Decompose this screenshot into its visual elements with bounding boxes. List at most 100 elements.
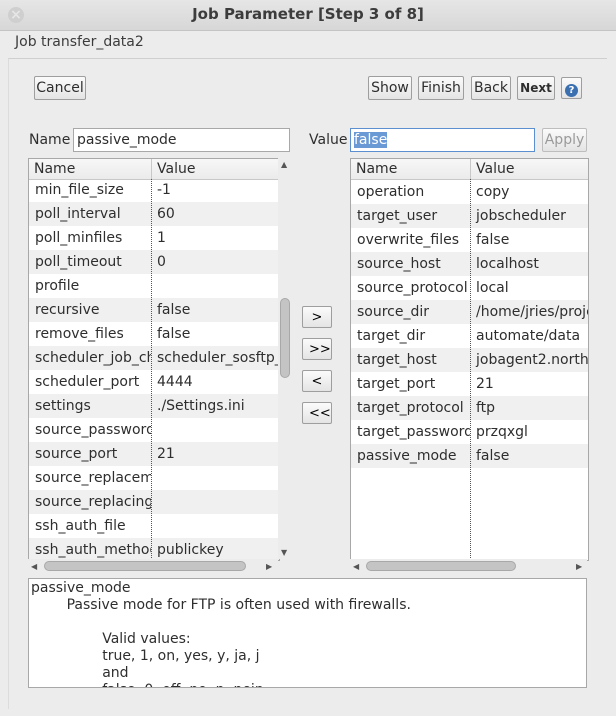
left-column-divider [151, 179, 152, 560]
scroll-up-icon[interactable]: ▲ [281, 160, 287, 169]
right-row-value: ftp [476, 400, 496, 416]
right-row-value: copy [476, 184, 510, 200]
left-parameter-table[interactable]: Name Value min_file_size -1 poll_interval 6… [28, 158, 280, 561]
right-table-hscroll[interactable]: ◀ ▶ [350, 559, 587, 573]
left-table-row[interactable]: scheduler_job_cha scheduler_sosftp_h [29, 346, 279, 370]
right-row-name: source_protocol [357, 280, 468, 296]
group-label: Job transfer_data2 [15, 34, 144, 50]
left-table-hscroll[interactable]: ◀ ▶ [28, 559, 278, 573]
right-row-name: target_user [357, 208, 438, 224]
left-hscroll-thumb[interactable] [44, 561, 246, 571]
remove-parameter-button[interactable]: < [302, 370, 332, 392]
right-row-name: target_dir [357, 328, 426, 344]
left-row-name: profile [35, 278, 80, 294]
left-table-row[interactable]: settings ./Settings.ini [29, 394, 279, 418]
add-parameter-button[interactable]: > [302, 306, 332, 328]
right-row-name: overwrite_files [357, 232, 460, 248]
apply-button[interactable]: Apply [542, 128, 587, 152]
left-table-row[interactable]: poll_minfiles 1 [29, 226, 279, 250]
left-row-name: settings [35, 398, 91, 414]
left-table-row[interactable]: poll_interval 60 [29, 202, 279, 226]
value-input[interactable]: false [350, 128, 535, 152]
right-row-name: target_protocol [357, 400, 464, 416]
right-row-value: automate/data [476, 328, 581, 344]
scroll-left-icon[interactable]: ◀ [31, 562, 37, 571]
left-row-value: scheduler_sosftp_h [157, 350, 279, 366]
left-table-row[interactable]: source_port 21 [29, 442, 279, 466]
value-input-text: false [354, 132, 388, 148]
left-table-row[interactable]: source_replacing [29, 490, 279, 514]
show-button[interactable]: Show [368, 76, 412, 100]
left-table-row[interactable]: profile [29, 274, 279, 298]
right-row-name: target_port [357, 376, 436, 392]
name-input[interactable]: passive_mode [73, 128, 290, 152]
left-row-name: ssh_auth_file [35, 518, 126, 534]
left-row-value: publickey [157, 542, 224, 558]
left-row-name: min_file_size [35, 182, 124, 198]
next-button[interactable]: Next [517, 76, 555, 100]
left-row-name: source_replaceme [35, 470, 151, 486]
left-row-name: ssh_auth_method [35, 542, 151, 558]
right-row-name: source_host [357, 256, 441, 272]
right-row-value: localhost [476, 256, 539, 272]
left-row-name: poll_interval [35, 206, 121, 222]
right-row-name: operation [357, 184, 425, 200]
right-row-name: target_host [357, 352, 437, 368]
left-table-row[interactable]: recursive false [29, 298, 279, 322]
right-row-value: false [476, 448, 510, 464]
left-row-value: 1 [157, 230, 166, 246]
value-label: Value [309, 132, 348, 148]
left-table-row[interactable]: min_file_size -1 [29, 178, 279, 202]
right-header-name[interactable]: Name [351, 159, 470, 179]
finish-button[interactable]: Finish [418, 76, 464, 100]
right-row-value: 21 [476, 376, 494, 392]
scroll-down-icon[interactable]: ▼ [281, 548, 287, 557]
left-vscroll-thumb[interactable] [280, 298, 290, 378]
left-row-value: false [157, 326, 191, 342]
left-table-row[interactable]: ssh_auth_file [29, 514, 279, 538]
left-row-name: source_replacing [35, 494, 151, 510]
left-row-name: source_password [35, 422, 151, 438]
left-row-value [151, 274, 279, 298]
right-row-value: local [476, 280, 509, 296]
add-all-parameters-button[interactable]: >> [302, 338, 332, 360]
right-parameter-table[interactable]: Name Value operation copy target_user jobsc… [350, 158, 589, 561]
left-header-value[interactable]: Value [151, 159, 279, 179]
help-icon: ? [565, 84, 578, 97]
left-row-name: source_port [35, 446, 118, 462]
remove-all-parameters-button[interactable]: << [302, 402, 332, 424]
left-row-name: recursive [35, 302, 100, 318]
help-button[interactable]: ? [561, 77, 582, 99]
right-row-name: passive_mode [357, 448, 457, 464]
left-row-value [151, 490, 279, 514]
scroll-right-icon[interactable]: ▶ [266, 562, 272, 571]
right-column-divider [470, 179, 471, 560]
left-table-vscroll[interactable]: ▲ ▼ [278, 158, 292, 559]
name-label: Name [29, 132, 71, 148]
right-row-name: source_dir [357, 304, 430, 320]
left-table-row[interactable]: scheduler_port 4444 [29, 370, 279, 394]
right-table-header: Name Value [351, 159, 588, 180]
left-header-name[interactable]: Name [29, 159, 151, 179]
scroll-right-icon[interactable]: ▶ [576, 562, 582, 571]
right-row-name: target_password [357, 424, 470, 440]
left-table-row[interactable]: source_replaceme [29, 466, 279, 490]
left-table-header: Name Value [29, 159, 279, 180]
right-hscroll-thumb[interactable] [366, 561, 516, 571]
right-row-value: /home/jries/proje [476, 304, 588, 320]
cancel-button[interactable]: Cancel [34, 76, 86, 100]
left-table-row[interactable]: poll_timeout 0 [29, 250, 279, 274]
right-row-value: przqxgl [476, 424, 528, 440]
left-row-name: poll_timeout [35, 254, 122, 270]
left-row-value: 60 [157, 206, 175, 222]
parameter-description: passive_mode Passive mode for FTP is oft… [28, 578, 587, 688]
right-row-value: jobscheduler [476, 208, 566, 224]
left-table-row[interactable]: ssh_auth_method publickey [29, 538, 279, 560]
left-row-value: 4444 [157, 374, 193, 390]
back-button[interactable]: Back [471, 76, 511, 100]
left-table-row[interactable]: remove_files false [29, 322, 279, 346]
scroll-left-icon[interactable]: ◀ [353, 562, 359, 571]
right-header-value[interactable]: Value [470, 159, 588, 179]
left-table-row[interactable]: source_password [29, 418, 279, 442]
right-row-value: jobagent2.northc [476, 352, 588, 368]
